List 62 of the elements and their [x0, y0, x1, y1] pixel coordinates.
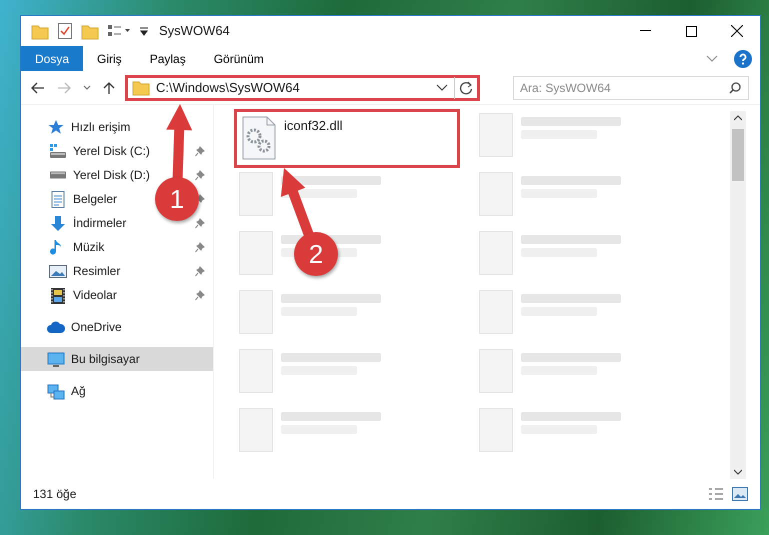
windows-drive-icon: [49, 142, 67, 160]
sidebar-item[interactable]: Resimler: [21, 259, 122, 283]
minimize-icon: [640, 30, 650, 32]
blurred-file-icon: [239, 349, 273, 393]
folder-icon: [132, 79, 150, 96]
computer-icon: [47, 350, 65, 368]
view-options-icon[interactable]: [107, 24, 131, 38]
blurred-file-icon: [479, 290, 513, 334]
address-field[interactable]: C:\Windows\SysWOW64: [125, 74, 480, 100]
sidebar-item[interactable]: Müzik: [21, 235, 106, 259]
network-icon: [47, 382, 65, 400]
close-icon: [731, 25, 743, 37]
blurred-file-icon: [239, 172, 273, 216]
drive-icon: [49, 171, 67, 179]
maximize-icon: [686, 26, 696, 36]
sidebar-item[interactable]: Hızlı erişim: [21, 115, 213, 139]
sidebar-item[interactable]: Yerel Disk (D:): [21, 163, 152, 187]
sidebar-item[interactable]: Ağ: [21, 379, 213, 403]
picture-icon: [49, 262, 67, 280]
ribbon-tab[interactable]: Giriş: [83, 46, 136, 71]
scrollbar-thumb[interactable]: [732, 129, 744, 181]
document-icon: [49, 190, 67, 208]
blurred-file-icon: [479, 172, 513, 216]
refresh-icon[interactable]: [459, 80, 473, 94]
sidebar-item[interactable]: OneDrive: [21, 315, 213, 339]
expand-ribbon-icon[interactable]: [706, 54, 718, 62]
ribbon-tab[interactable]: Paylaş: [136, 46, 200, 71]
blurred-file-icon: [479, 231, 513, 275]
star-icon: [47, 118, 65, 136]
details-view-icon[interactable]: [708, 487, 724, 501]
item-count: 131 öğe: [33, 486, 76, 503]
properties-icon[interactable]: [57, 22, 73, 40]
down-arrow-icon: [49, 214, 67, 232]
gear-file-icon: [242, 116, 276, 160]
file-item[interactable]: iconf32.dll: [234, 109, 460, 168]
folder-icon: [31, 22, 49, 40]
scroll-up-icon[interactable]: [734, 115, 742, 121]
scroll-down-icon[interactable]: [734, 469, 742, 475]
blurred-file-icon: [479, 113, 513, 157]
sidebar-item[interactable]: Bu bilgisayar: [21, 347, 213, 371]
cloud-icon: [47, 318, 65, 336]
file-menu-tab[interactable]: Dosya: [21, 46, 84, 71]
blurred-file-icon: [239, 408, 273, 452]
film-icon: [49, 286, 67, 304]
window-title: SysWOW64: [159, 22, 230, 40]
sidebar-item[interactable]: Yerel Disk (C:): [21, 139, 152, 163]
search-field[interactable]: Ara: SysWOW64: [513, 76, 749, 100]
large-icons-view-icon[interactable]: [732, 487, 748, 501]
dropdown-icon[interactable]: [436, 84, 448, 92]
search-icon: [729, 82, 741, 94]
ribbon-tab[interactable]: Görünüm: [200, 46, 278, 71]
blurred-file-icon: [239, 290, 273, 334]
blurred-file-icon: [479, 408, 513, 452]
help-icon[interactable]: [734, 50, 752, 68]
blurred-file-icon: [479, 349, 513, 393]
blurred-file-icon: [239, 231, 273, 275]
arrow-annotation: [280, 168, 314, 237]
sidebar-item[interactable]: İndirmeler: [21, 211, 128, 235]
sidebar-item[interactable]: Belgeler: [21, 187, 120, 211]
sidebar-item[interactable]: Videolar: [21, 283, 119, 307]
customize-toolbar-icon[interactable]: [139, 25, 149, 37]
scrollbar[interactable]: [730, 111, 746, 479]
